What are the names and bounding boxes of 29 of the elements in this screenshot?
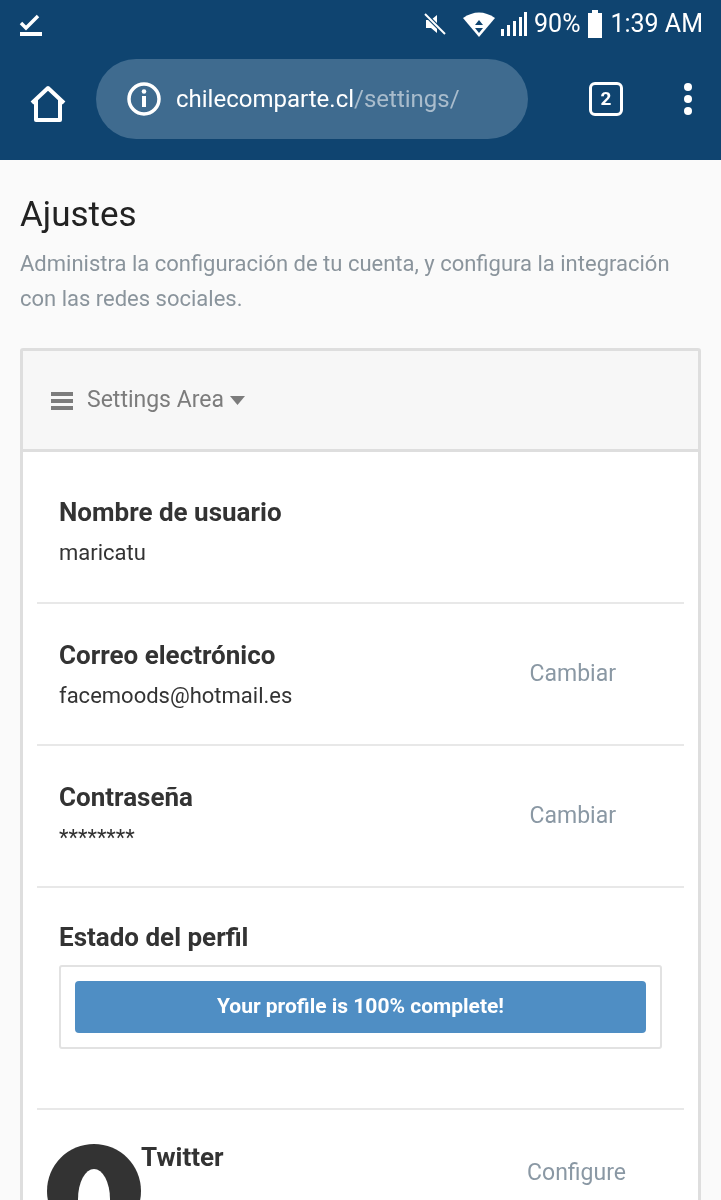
- battery-percent: 90%: [534, 8, 581, 41]
- configure-link[interactable]: Configure: [527, 1156, 626, 1191]
- page-description: Administra la configuración de tu cuenta, y configura la integración con las redes sociales.: [20, 250, 671, 313]
- info-icon: [126, 81, 162, 117]
- home-icon[interactable]: [28, 85, 68, 123]
- signal-icon: [500, 11, 529, 37]
- field-label: Nombre de usuario: [59, 496, 283, 529]
- address-bar[interactable]: chilecomparte.cl/settings/: [96, 59, 528, 139]
- field-label: Estado del perfil: [59, 921, 250, 954]
- menu-icon: [51, 390, 73, 410]
- field-label: Contraseña: [59, 781, 194, 814]
- battery-icon: [588, 10, 603, 38]
- clock-time: 1:39 AM: [610, 8, 703, 41]
- field-value: ********: [59, 824, 136, 852]
- wifi-icon: [462, 11, 497, 37]
- mute-icon: [422, 11, 449, 37]
- settings-area-dropdown[interactable]: Settings Area: [51, 382, 245, 418]
- field-value: maricatu: [59, 539, 147, 567]
- change-link[interactable]: Cambiar: [529, 798, 616, 834]
- change-link[interactable]: Cambiar: [529, 656, 616, 692]
- more-icon[interactable]: [683, 82, 693, 116]
- tab-count[interactable]: 2: [589, 82, 623, 116]
- field-value: facemoods@hotmail.es: [59, 682, 294, 710]
- url-text: chilecomparte.cl/settings/: [176, 84, 460, 115]
- field-label: Correo electrónico: [59, 639, 277, 672]
- download-done-icon: [18, 12, 44, 36]
- page-title: Ajustes: [20, 194, 138, 236]
- field-label: Twitter: [141, 1142, 225, 1174]
- caret-icon: [230, 395, 245, 405]
